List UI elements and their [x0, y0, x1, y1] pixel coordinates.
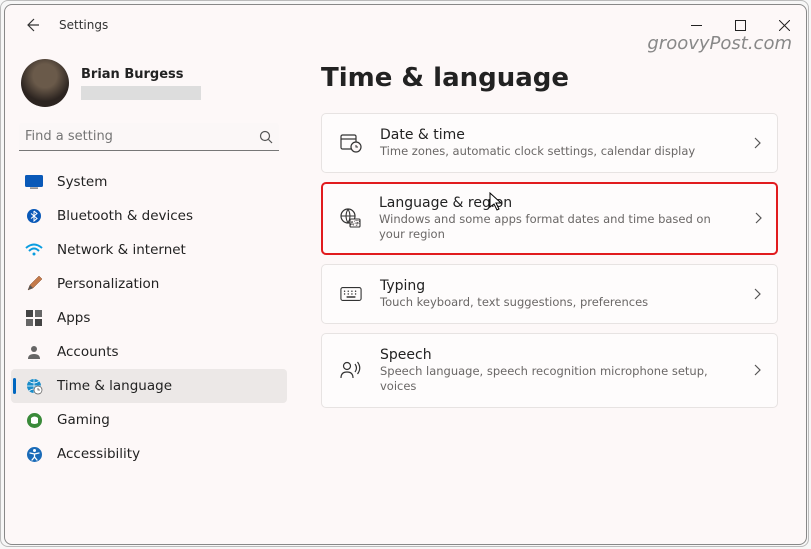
- apps-icon: [25, 309, 43, 327]
- card-text: Date & time Time zones, automatic clock …: [380, 127, 735, 159]
- globe-translate-icon: A字: [339, 207, 361, 229]
- bluetooth-icon: [25, 207, 43, 225]
- card-text: Language & region Windows and some apps …: [379, 195, 736, 242]
- card-text: Speech Speech language, speech recogniti…: [380, 347, 735, 394]
- chevron-right-icon: [753, 288, 761, 300]
- nav-item-bluetooth[interactable]: Bluetooth & devices: [11, 199, 287, 233]
- nav-item-system[interactable]: System: [11, 165, 287, 199]
- close-button[interactable]: [762, 10, 806, 40]
- accounts-icon: [25, 343, 43, 361]
- chevron-right-icon: [754, 212, 762, 224]
- accessibility-icon: [25, 445, 43, 463]
- nav-item-accessibility[interactable]: Accessibility: [11, 437, 287, 471]
- close-icon: [779, 20, 790, 31]
- speech-icon: [340, 359, 362, 381]
- card-description: Speech language, speech recognition micr…: [380, 364, 735, 394]
- keyboard-icon: [340, 283, 362, 305]
- search-input[interactable]: [25, 129, 257, 144]
- maximize-button[interactable]: [718, 10, 762, 40]
- wifi-icon: [25, 241, 43, 259]
- nav-item-network[interactable]: Network & internet: [11, 233, 287, 267]
- card-title: Typing: [380, 278, 735, 294]
- card-description: Time zones, automatic clock settings, ca…: [380, 144, 735, 159]
- avatar: [21, 59, 69, 107]
- card-title: Language & region: [379, 195, 736, 211]
- card-description: Windows and some apps format dates and t…: [379, 212, 736, 242]
- nav-label: Network & internet: [57, 242, 186, 258]
- back-button[interactable]: [15, 8, 49, 42]
- chevron-right-icon: [753, 364, 761, 376]
- search-icon: [257, 130, 275, 144]
- card-language-region[interactable]: A字 Language & region Windows and some ap…: [321, 182, 778, 255]
- card-text: Typing Touch keyboard, text suggestions,…: [380, 278, 735, 310]
- search-box[interactable]: [19, 123, 279, 151]
- card-speech[interactable]: Speech Speech language, speech recogniti…: [321, 333, 778, 408]
- titlebar: Settings: [5, 5, 806, 45]
- minimize-icon: [691, 20, 702, 31]
- nav-label: Accessibility: [57, 446, 140, 462]
- nav-label: Time & language: [57, 378, 172, 394]
- sidebar: Brian Burgess System Bluetooth & devices: [5, 45, 293, 544]
- system-icon: [25, 173, 43, 191]
- page-title: Time & language: [321, 63, 778, 93]
- nav-label: System: [57, 174, 107, 190]
- paintbrush-icon: [25, 275, 43, 293]
- card-date-time[interactable]: Date & time Time zones, automatic clock …: [321, 113, 778, 173]
- nav-label: Bluetooth & devices: [57, 208, 193, 224]
- minimize-button[interactable]: [674, 10, 718, 40]
- window-body: Brian Burgess System Bluetooth & devices: [5, 45, 806, 544]
- user-profile[interactable]: Brian Burgess: [11, 51, 287, 121]
- svg-text:A字: A字: [350, 220, 360, 228]
- nav-list: System Bluetooth & devices Network & int…: [11, 165, 287, 471]
- window-controls: [674, 10, 806, 40]
- gaming-icon: [25, 411, 43, 429]
- card-typing[interactable]: Typing Touch keyboard, text suggestions,…: [321, 264, 778, 324]
- arrow-left-icon: [24, 17, 40, 33]
- maximize-icon: [735, 20, 746, 31]
- calendar-clock-icon: [340, 132, 362, 154]
- window-title: Settings: [59, 18, 108, 32]
- nav-item-accounts[interactable]: Accounts: [11, 335, 287, 369]
- nav-item-apps[interactable]: Apps: [11, 301, 287, 335]
- settings-cards: Date & time Time zones, automatic clock …: [321, 113, 778, 408]
- user-name: Brian Burgess: [81, 67, 201, 82]
- card-title: Date & time: [380, 127, 735, 143]
- user-email-redacted: [81, 86, 201, 100]
- main-content: Time & language Date & time Time zones, …: [293, 45, 806, 544]
- chevron-right-icon: [753, 137, 761, 149]
- nav-item-gaming[interactable]: Gaming: [11, 403, 287, 437]
- settings-window: groovyPost.com Settings Brian Burgess: [4, 4, 807, 545]
- nav-label: Accounts: [57, 344, 119, 360]
- user-info: Brian Burgess: [81, 67, 201, 100]
- nav-item-personalization[interactable]: Personalization: [11, 267, 287, 301]
- card-title: Speech: [380, 347, 735, 363]
- nav-label: Personalization: [57, 276, 159, 292]
- nav-item-time-language[interactable]: Time & language: [11, 369, 287, 403]
- nav-label: Apps: [57, 310, 90, 326]
- nav-label: Gaming: [57, 412, 110, 428]
- globe-clock-icon: [25, 377, 43, 395]
- card-description: Touch keyboard, text suggestions, prefer…: [380, 295, 735, 310]
